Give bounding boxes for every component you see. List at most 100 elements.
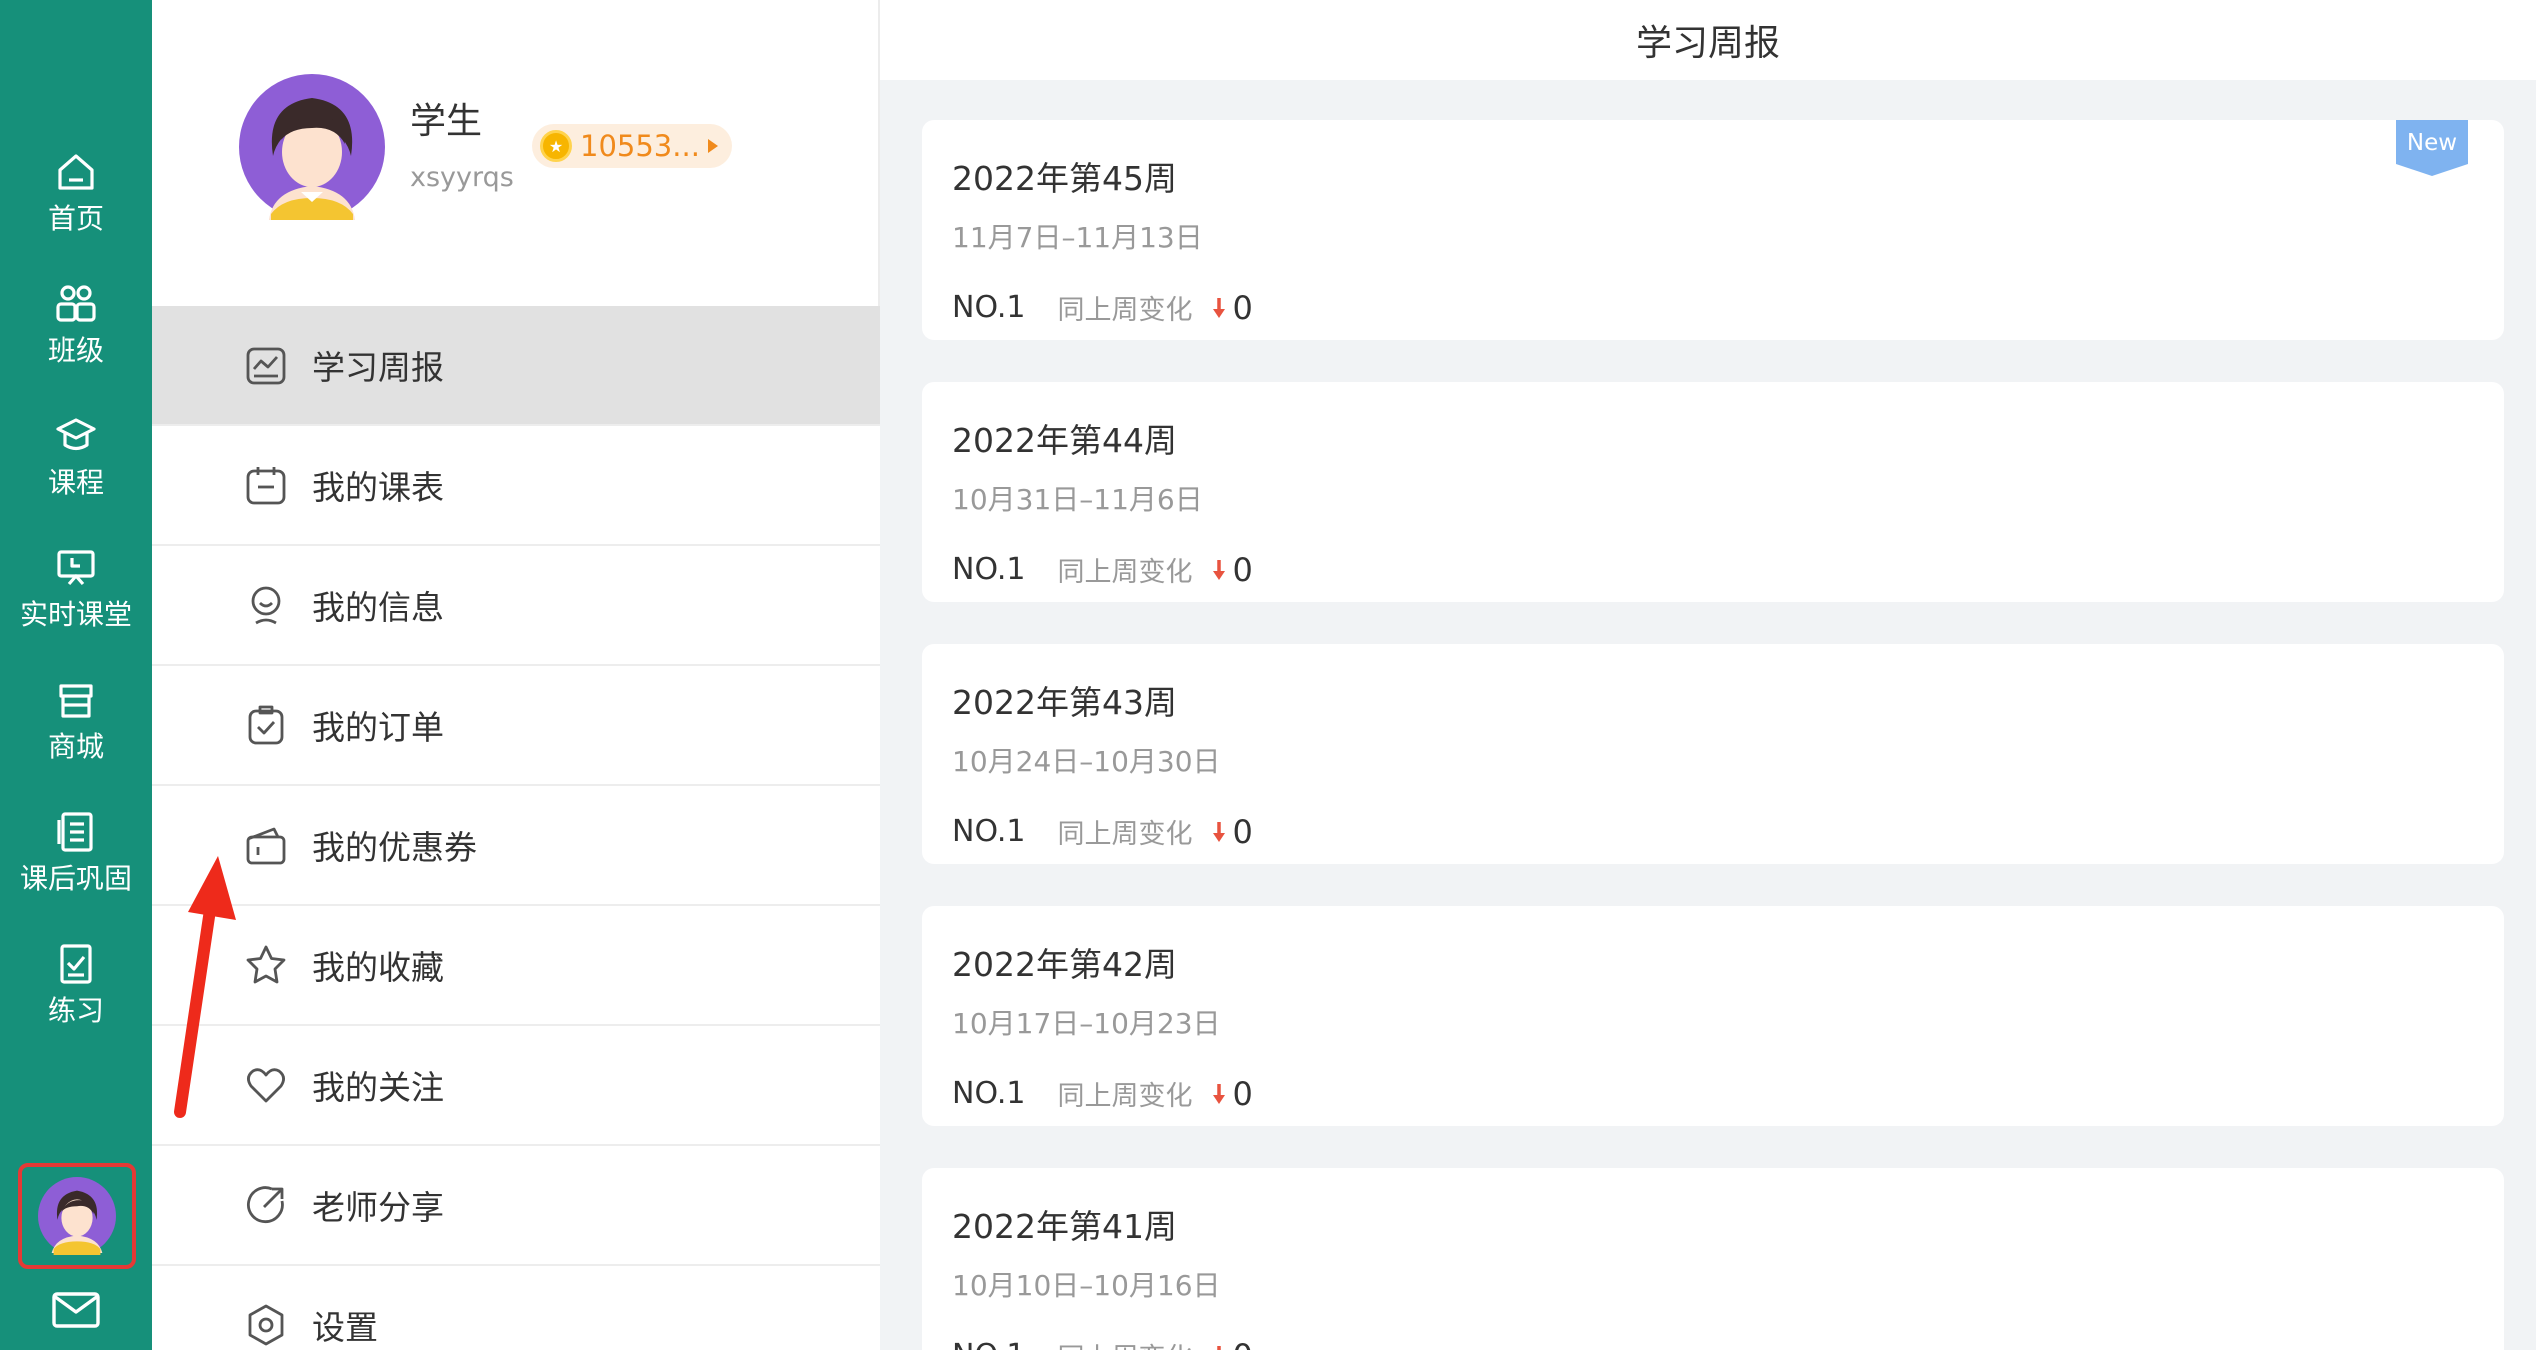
store-icon: [59, 684, 93, 718]
nav-class[interactable]: 班级: [0, 282, 152, 402]
nav-user-avatar-button[interactable]: [18, 1163, 136, 1269]
menu-label: 我的关注: [312, 1068, 444, 1107]
menu-item-settings[interactable]: 设置: [152, 1266, 880, 1350]
menu-label: 我的优惠券: [312, 828, 477, 867]
report-change-value: 0: [1232, 550, 1253, 589]
down-arrow-icon: [1213, 297, 1226, 318]
nav-home[interactable]: 首页: [0, 150, 152, 270]
report-change-value: 0: [1232, 288, 1253, 327]
report-title: 2022年第45周: [952, 159, 1177, 198]
report-date-range: 10月31日–11月6日: [952, 483, 1203, 516]
menu-label: 我的收藏: [312, 948, 444, 987]
weekly-report-content: 学习周报 2022年第45周 11月7日–11月13日 NO.1 同上周变化 0…: [880, 0, 2536, 1350]
nav-home-label: 首页: [47, 202, 104, 235]
report-change-label: 同上周变化: [1057, 1336, 1192, 1350]
menu-item-my-info[interactable]: 我的信息: [152, 546, 880, 666]
nav-practice[interactable]: 练习: [0, 942, 152, 1062]
weekly-report-icon: [246, 347, 286, 385]
nav-review[interactable]: 课后巩固: [0, 810, 152, 930]
report-stats: NO.1 同上周变化 0: [952, 1074, 1253, 1113]
report-change-label: 同上周变化: [1057, 819, 1193, 850]
report-title: 2022年第42周: [952, 945, 1177, 984]
menu-label: 我的信息: [312, 588, 444, 627]
report-title: 2022年第43周: [952, 683, 1177, 722]
profile-icon: [251, 586, 281, 625]
course-icon: [56, 418, 96, 451]
report-date-range: 10月17日–10月23日: [952, 1007, 1221, 1040]
menu-item-coupons[interactable]: 我的优惠券: [152, 786, 880, 906]
report-change-value: 0: [1232, 1337, 1252, 1350]
live-classroom-icon: [57, 550, 95, 586]
nav-store[interactable]: 商城: [0, 678, 152, 798]
report-card[interactable]: 2022年第42周 10月17日–10月23日 NO.1 同上周变化 0: [922, 906, 2504, 1126]
report-title: 2022年第44周: [952, 421, 1177, 460]
coin-icon: ★: [540, 130, 572, 162]
report-rank: NO.1: [952, 814, 1026, 849]
report-stats: NO.1 同上周变化 0: [952, 550, 1253, 589]
mail-icon[interactable]: [50, 1290, 102, 1330]
page-title: 学习周报: [1635, 23, 1780, 64]
report-card[interactable]: 2022年第44周 10月31日–11月6日 NO.1 同上周变化 0: [922, 382, 2504, 602]
coin-balance-badge[interactable]: ★ 10553...: [532, 124, 732, 168]
menu-label: 学习周报: [312, 348, 444, 387]
left-nav: 首页 班级 课程 实时课堂 商城 课后巩固 练习: [0, 0, 152, 1350]
class-icon: [56, 285, 96, 322]
practice-icon: [60, 944, 92, 984]
menu-item-teacher-share[interactable]: 老师分享: [152, 1146, 880, 1266]
down-arrow-icon: [1213, 559, 1226, 580]
report-rank: NO.1: [952, 290, 1026, 325]
menu-label: 我的订单: [312, 708, 444, 747]
order-icon: [248, 705, 284, 745]
menu-item-orders[interactable]: 我的订单: [152, 666, 880, 786]
new-badge: New: [2396, 120, 2468, 176]
menu-item-weekly-report[interactable]: 学习周报: [152, 306, 880, 426]
profile-menu-panel: 学生 xsyyrqs ★ 10553... 学习周报 我的课表 我的信息 我的订…: [152, 0, 880, 1350]
report-change-value: 0: [1232, 812, 1253, 851]
star-icon: [246, 945, 286, 984]
report-title: 2022年第41周: [952, 1207, 1177, 1246]
nav-live-classroom[interactable]: 实时课堂: [0, 546, 152, 666]
profile-username: xsyyrqs: [410, 162, 514, 193]
coin-balance: 10553...: [580, 129, 700, 163]
share-icon: [247, 1186, 284, 1224]
profile-avatar[interactable]: [239, 74, 385, 220]
report-rank: NO.1: [952, 1076, 1026, 1111]
nav-course[interactable]: 课程: [0, 414, 152, 534]
report-change-label: 同上周变化: [1057, 295, 1193, 326]
review-icon: [57, 812, 93, 852]
down-arrow-icon: [1213, 1083, 1226, 1104]
report-stats: NO.1 同上周变化 0: [952, 1336, 1253, 1350]
menu-item-following[interactable]: 我的关注: [152, 1026, 880, 1146]
menu-label: 设置: [312, 1308, 378, 1347]
menu-item-schedule[interactable]: 我的课表: [152, 426, 880, 546]
down-arrow-icon: [1213, 821, 1226, 842]
menu-label: 老师分享: [312, 1188, 444, 1227]
report-date-range: 10月10日–10月16日: [952, 1269, 1221, 1302]
new-badge-text: New: [2406, 130, 2458, 156]
home-icon: [58, 154, 94, 190]
report-change-label: 同上周变化: [1057, 557, 1193, 588]
nav-review-label: 课后巩固: [19, 862, 132, 895]
report-change-label: 同上周变化: [1057, 1081, 1193, 1112]
report-date-range: 10月24日–10月30日: [952, 745, 1221, 778]
report-stats: NO.1 同上周变化 0: [952, 812, 1253, 851]
nav-store-label: 商城: [47, 730, 104, 763]
coin-arrow-icon: [707, 139, 718, 153]
report-card[interactable]: 2022年第43周 10月24日–10月30日 NO.1 同上周变化 0: [922, 644, 2504, 864]
report-rank: NO.1: [952, 1338, 1025, 1350]
profile-name: 学生: [410, 101, 483, 142]
menu-item-favorites[interactable]: 我的收藏: [152, 906, 880, 1026]
report-change-value: 0: [1232, 1074, 1253, 1113]
report-card[interactable]: 2022年第45周 11月7日–11月13日 NO.1 同上周变化 0 New: [922, 120, 2504, 340]
coupon-icon: [246, 827, 286, 865]
down-arrow-icon: [1217, 1345, 1222, 1350]
report-card[interactable]: 2022年第41周 10月10日–10月16日 NO.1 同上周变化 0: [922, 1168, 2504, 1350]
nav-practice-label: 练习: [47, 994, 104, 1027]
menu-label: 我的课表: [312, 468, 444, 507]
nav-course-label: 课程: [47, 466, 104, 499]
user-avatar: [38, 1177, 116, 1255]
report-date-range: 11月7日–11月13日: [952, 221, 1203, 254]
report-rank: NO.1: [952, 552, 1026, 587]
settings-icon: [248, 1304, 284, 1346]
report-stats: NO.1 同上周变化 0: [952, 288, 1253, 327]
